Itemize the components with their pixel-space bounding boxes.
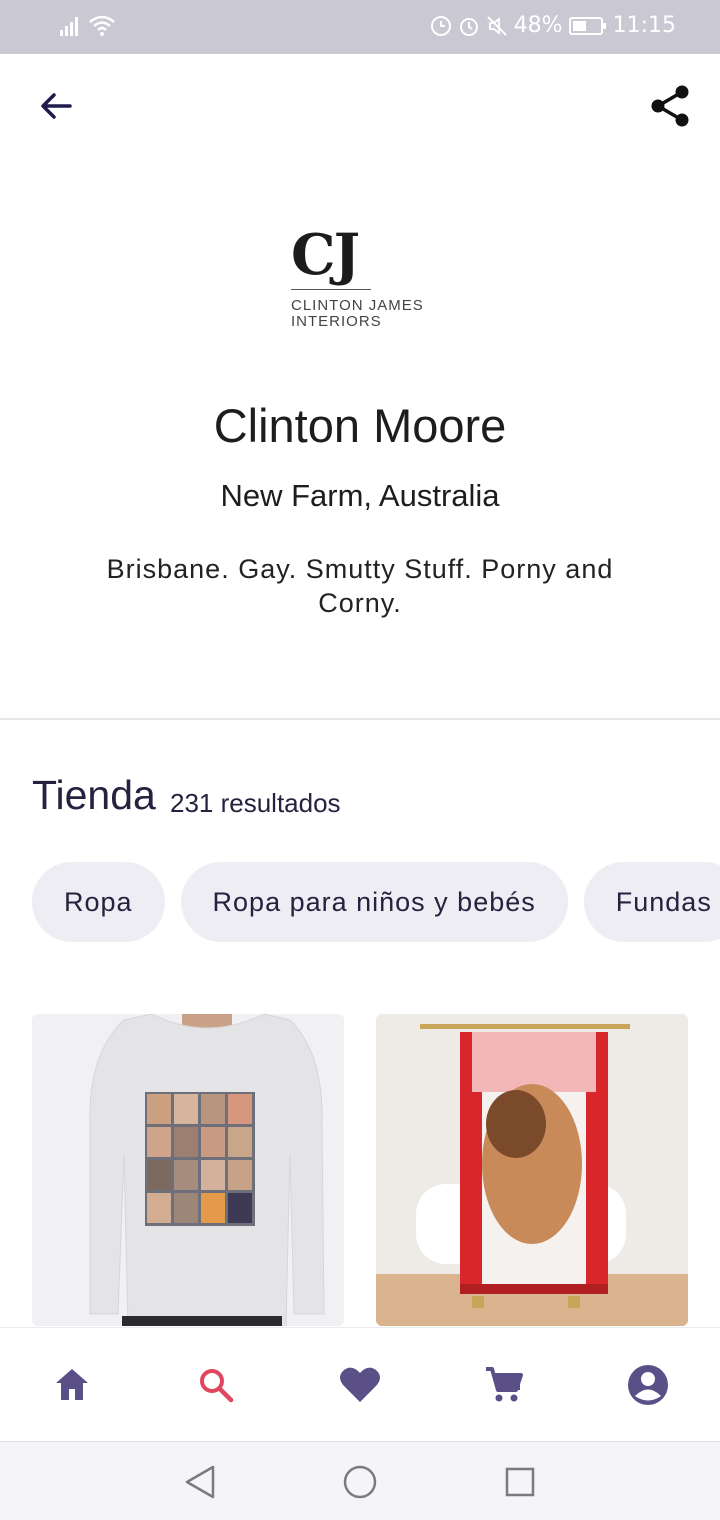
battery-icon bbox=[568, 16, 607, 36]
category-chip-ropa[interactable]: Ropa bbox=[32, 862, 165, 942]
category-chip-kids-baby[interactable]: Ropa para niños y bebés bbox=[180, 862, 568, 942]
logo-text-line1: CLINTON JAMES bbox=[291, 297, 424, 314]
nav-account[interactable] bbox=[612, 1349, 684, 1421]
logo-divider bbox=[291, 289, 371, 290]
nav-search[interactable] bbox=[180, 1349, 252, 1421]
profile-name: Clinton Moore bbox=[213, 399, 507, 452]
heart-icon bbox=[340, 1367, 380, 1402]
back-arrow-icon bbox=[41, 93, 72, 119]
system-home-button[interactable] bbox=[338, 1460, 382, 1504]
wifi-icon bbox=[88, 14, 116, 38]
top-app-bar bbox=[0, 54, 720, 154]
logo-text-line2: INTERIORS bbox=[291, 313, 382, 330]
status-bar: 48% 11:15 bbox=[0, 0, 720, 54]
shop-logo: CJ CLINTON JAMES INTERIORS bbox=[285, 225, 445, 335]
nav-cart[interactable] bbox=[468, 1349, 540, 1421]
search-icon bbox=[200, 1368, 234, 1402]
category-chip-fundas[interactable]: Fundas bbox=[583, 862, 720, 942]
product-card-tshirt[interactable] bbox=[32, 1014, 344, 1326]
battery-percent: 48% bbox=[513, 13, 563, 38]
recents-square-icon bbox=[505, 1467, 535, 1497]
back-button[interactable] bbox=[30, 80, 82, 132]
account-icon bbox=[628, 1364, 668, 1405]
system-recents-button[interactable] bbox=[498, 1460, 542, 1504]
mute-icon bbox=[486, 15, 508, 37]
clock-time: 11:15 bbox=[612, 13, 676, 38]
system-navigation-bar bbox=[0, 1441, 720, 1520]
nav-home[interactable] bbox=[36, 1349, 108, 1421]
logo-mark: CJ bbox=[291, 222, 360, 288]
shop-result-count: 231 resultados bbox=[170, 788, 341, 818]
section-divider bbox=[0, 718, 720, 720]
alarm-icon bbox=[458, 15, 480, 37]
share-button[interactable] bbox=[642, 78, 698, 134]
signal-icon bbox=[58, 14, 82, 38]
shop-section-title: Tienda bbox=[32, 772, 156, 818]
back-triangle-icon bbox=[185, 1465, 215, 1499]
data-saver-icon bbox=[430, 15, 452, 37]
category-chips: Ropa Ropa para niños y bebés Fundas bbox=[32, 862, 720, 942]
home-icon bbox=[56, 1368, 88, 1400]
profile-location: New Farm, Australia bbox=[220, 478, 500, 513]
mugshot-collage bbox=[145, 1092, 255, 1226]
share-icon bbox=[651, 85, 689, 127]
system-back-button[interactable] bbox=[178, 1460, 222, 1504]
nav-favorites[interactable] bbox=[324, 1349, 396, 1421]
cart-icon bbox=[486, 1366, 523, 1401]
product-card-shower-curtain[interactable] bbox=[376, 1014, 688, 1326]
tshirt-product-image bbox=[32, 1014, 344, 1326]
home-circle-icon bbox=[343, 1465, 377, 1499]
shower-curtain-product-image bbox=[376, 1014, 688, 1326]
profile-bio: Brisbane. Gay. Smutty Stuff. Porny and C… bbox=[106, 554, 614, 618]
bottom-navigation bbox=[0, 1327, 720, 1441]
